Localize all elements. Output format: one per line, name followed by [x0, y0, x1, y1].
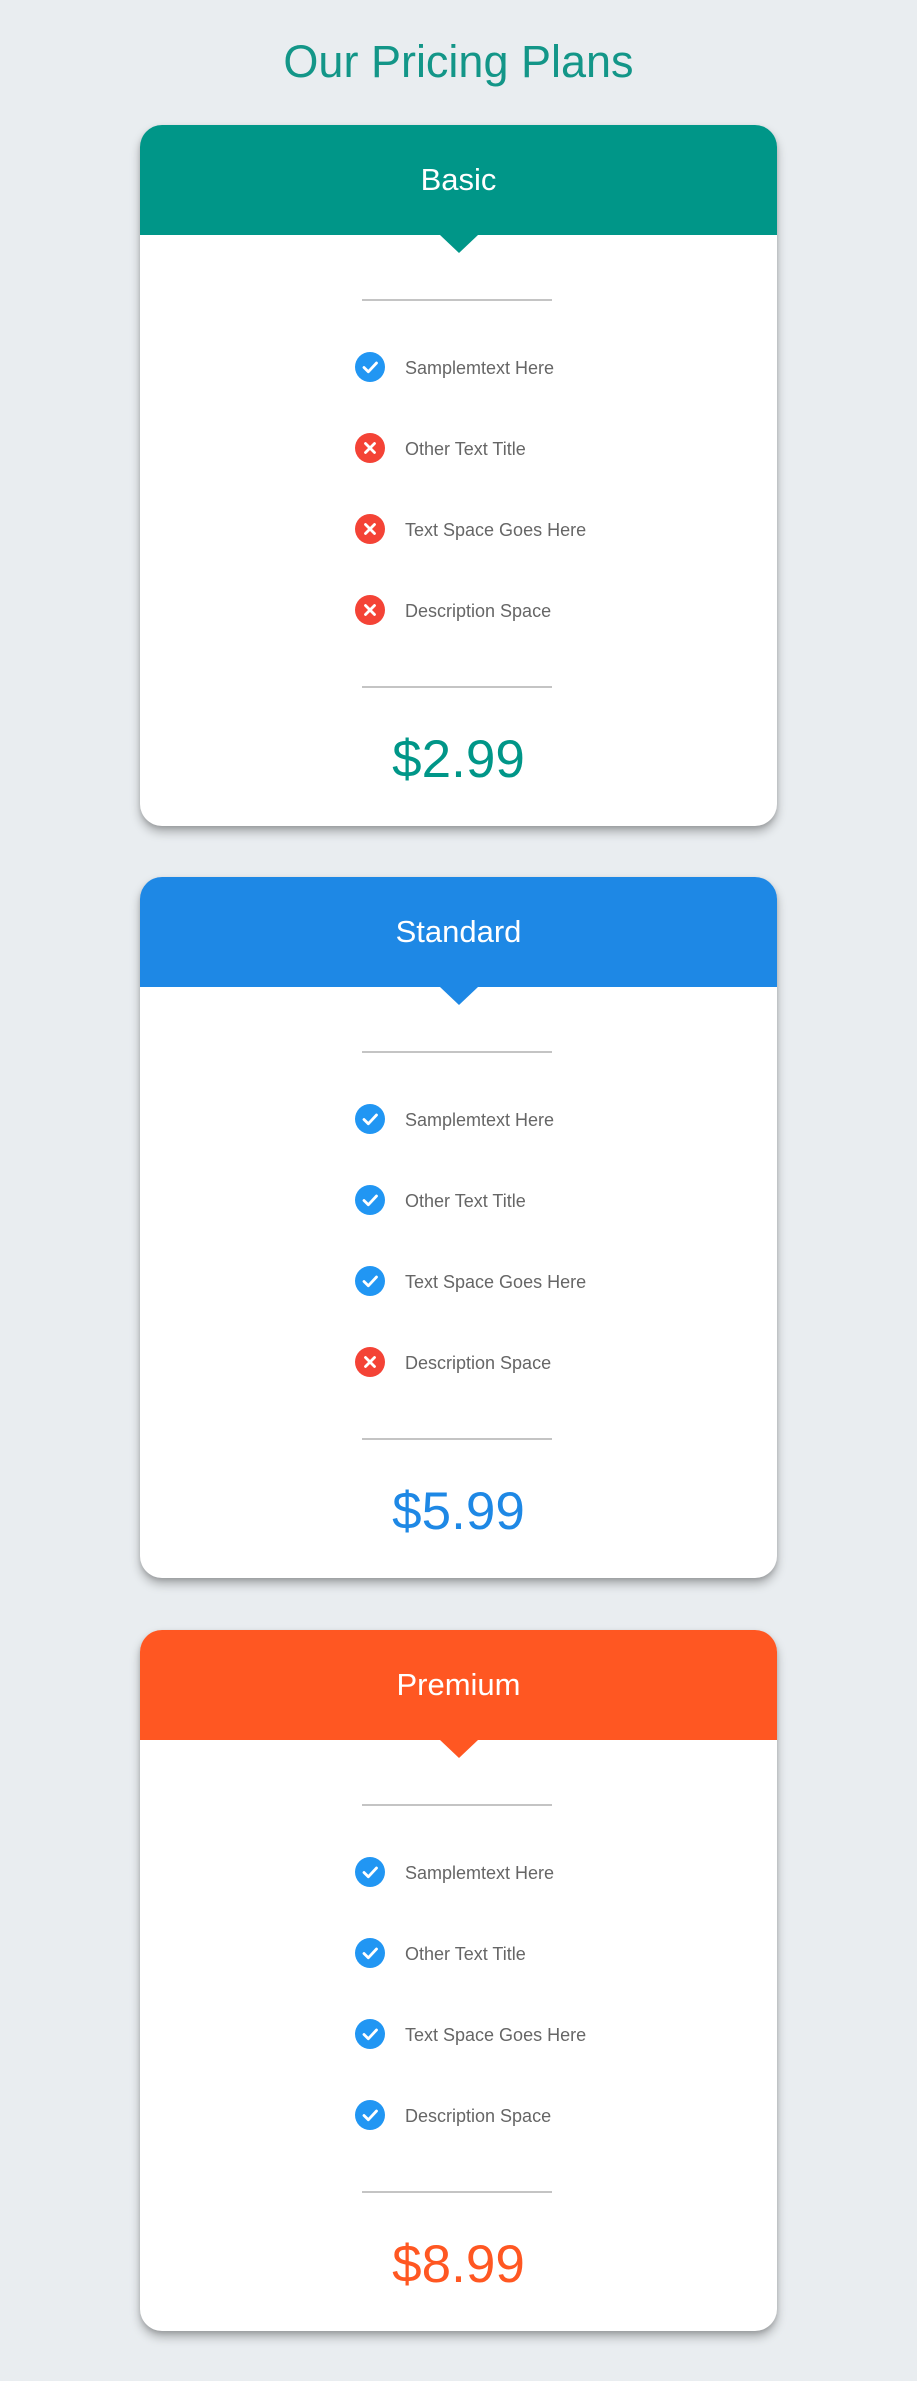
check-icon	[355, 1266, 385, 1296]
close-icon	[355, 595, 385, 625]
feature-label: Other Text Title	[405, 1944, 526, 1964]
plan-price: $5.99	[392, 1482, 525, 1541]
feature-item: Other Text Title	[355, 433, 655, 514]
feature-item: Description Space	[355, 595, 655, 676]
feature-item: Description Space	[355, 1347, 655, 1428]
card-header: Standard	[140, 877, 777, 1005]
divider	[362, 686, 552, 688]
feature-label: Text Space Goes Here	[405, 1272, 587, 1292]
feature-label: Text Space Goes Here	[405, 2025, 587, 2045]
plan-name: Basic	[420, 162, 497, 197]
close-icon	[355, 433, 385, 463]
pricing-card-premium: Premium Samplemtext Here Other Text Title T…	[140, 1630, 777, 2331]
pricing-card-basic: Basic Samplemtext Here Other Text Title Tex…	[140, 125, 777, 826]
feature-item: Text Space Goes Here	[355, 514, 655, 595]
check-icon	[355, 2019, 385, 2049]
feature-label: Samplemtext Here	[405, 1863, 555, 1883]
feature-label: Samplemtext Here	[405, 358, 555, 378]
divider	[362, 299, 552, 301]
check-icon	[355, 1185, 385, 1215]
feature-item: Samplemtext Here	[355, 352, 655, 433]
feature-label: Description Space	[405, 601, 552, 621]
feature-item: Samplemtext Here	[355, 1857, 655, 1938]
divider	[362, 1438, 552, 1440]
header-pointer	[440, 1740, 478, 1758]
close-icon	[355, 1347, 385, 1377]
pricing-card-standard: Standard Samplemtext Here Other Text Title…	[140, 877, 777, 1578]
header-pointer	[440, 987, 478, 1005]
feature-item: Description Space	[355, 2100, 655, 2181]
feature-label: Description Space	[405, 1353, 552, 1373]
check-icon	[355, 1104, 385, 1134]
feature-label: Other Text Title	[405, 439, 526, 459]
page-title: Our Pricing Plans	[283, 36, 634, 87]
check-icon	[355, 1857, 385, 1887]
divider	[362, 1051, 552, 1053]
feature-item: Samplemtext Here	[355, 1104, 655, 1185]
divider	[362, 2191, 552, 2193]
card-header: Basic	[140, 125, 777, 253]
feature-item: Text Space Goes Here	[355, 2019, 655, 2100]
feature-label: Text Space Goes Here	[405, 520, 587, 540]
plan-price: $2.99	[392, 730, 525, 789]
close-icon	[355, 514, 385, 544]
check-icon	[355, 352, 385, 382]
check-icon	[355, 2100, 385, 2130]
plan-name: Premium	[396, 1667, 521, 1702]
feature-label: Samplemtext Here	[405, 1110, 555, 1130]
feature-item: Other Text Title	[355, 1185, 655, 1266]
feature-list: Samplemtext Here Other Text Title Text Spa…	[355, 1104, 655, 1428]
check-icon	[355, 1938, 385, 1968]
header-pointer	[440, 235, 478, 253]
feature-list: Samplemtext Here Other Text Title Text Spa…	[355, 352, 655, 676]
feature-label: Description Space	[405, 2106, 552, 2126]
feature-item: Text Space Goes Here	[355, 1266, 655, 1347]
feature-item: Other Text Title	[355, 1938, 655, 2019]
feature-list: Samplemtext Here Other Text Title Text Spa…	[355, 1857, 655, 2181]
divider	[362, 1804, 552, 1806]
feature-label: Other Text Title	[405, 1191, 526, 1211]
plan-name: Standard	[395, 914, 522, 949]
card-header: Premium	[140, 1630, 777, 1758]
plan-price: $8.99	[392, 2235, 525, 2294]
